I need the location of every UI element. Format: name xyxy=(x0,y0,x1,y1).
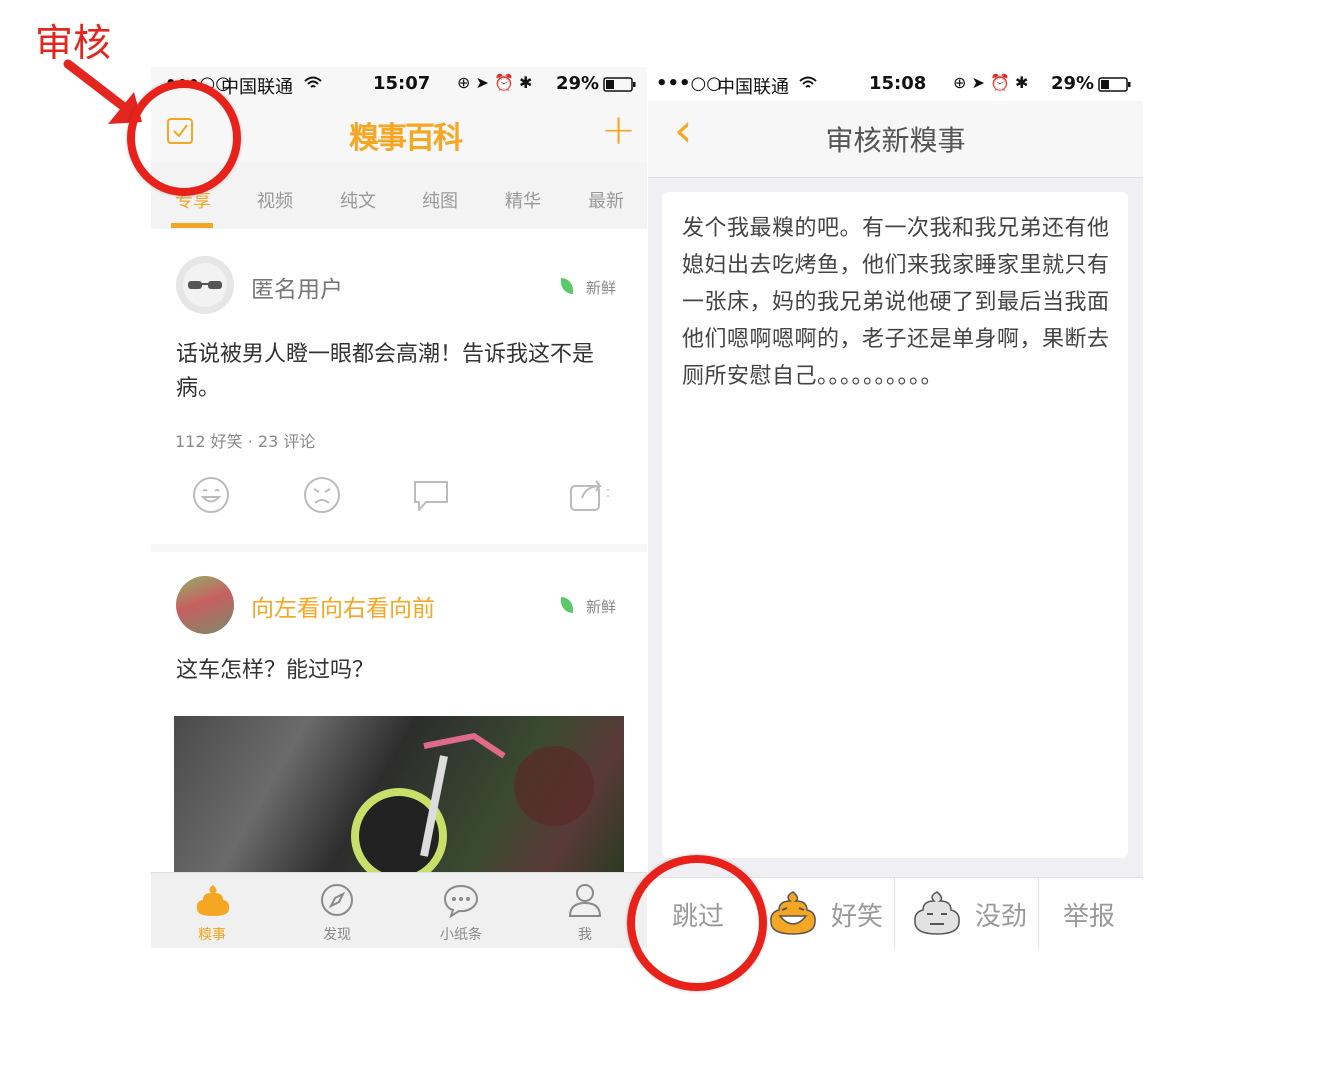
fresh-badge: 新鲜 xyxy=(586,279,617,297)
compass-icon xyxy=(321,884,353,916)
bottom-tab-me[interactable]: 我 xyxy=(530,873,640,948)
post-stats: 112 好笑 · 23 评论 xyxy=(175,432,316,451)
bottom-tab-messages[interactable]: 小纸条 xyxy=(406,873,516,948)
status-time: 15:07 xyxy=(373,73,431,94)
boring-button[interactable]: 没劲 xyxy=(895,878,1038,950)
fresh-leaf-icon xyxy=(561,278,573,294)
carrier: 中国联通 xyxy=(221,77,293,98)
active-tab-indicator xyxy=(171,223,213,228)
funny-poop-icon xyxy=(770,891,816,935)
bottom-tab-bar: 糗事 发现 小纸条 我 xyxy=(151,872,647,948)
boring-poop-icon xyxy=(914,891,960,935)
status-bar: •••○○ 中国联通 15:07 ⊕ ➤ ⏰ ✱ 29% xyxy=(151,67,647,101)
post-image[interactable] xyxy=(174,716,624,876)
tab-latest[interactable]: 最新 xyxy=(571,187,641,213)
tab-image[interactable]: 纯图 xyxy=(405,187,475,213)
review-panel: 发个我最糗的吧。有一次我和我兄弟还有他媳妇出去吃烤鱼，他们来我家睡家里就只有一张… xyxy=(648,178,1143,877)
comment-icon[interactable] xyxy=(412,478,450,514)
report-button[interactable]: 举报 xyxy=(1039,878,1143,950)
user-icon xyxy=(568,884,602,917)
status-time: 15:08 xyxy=(869,73,927,94)
status-bar: •••○○ 中国联通 15:08 ⊕ ➤ ⏰ ✱ 29% xyxy=(648,67,1143,101)
battery-percent: 29% xyxy=(556,73,600,94)
post-username[interactable]: 匿名用户 xyxy=(251,270,343,304)
post-username[interactable]: 向左看向右看向前 xyxy=(251,589,435,623)
user-avatar[interactable] xyxy=(176,576,234,634)
right-phone-screen: •••○○ 中国联通 15:08 ⊕ ➤ ⏰ ✱ 29% ‹ 审核新糗事 发个我… xyxy=(648,67,1143,950)
post-card: 向左看向右看向前 新鲜 这车怎样？能过吗？ xyxy=(151,552,647,876)
battery-percent: 29% xyxy=(1051,73,1095,94)
review-text: 发个我最糗的吧。有一次我和我兄弟还有他媳妇出去吃烤鱼，他们来我家睡家里就只有一张… xyxy=(682,216,1110,389)
app-logo: 糗事百科 xyxy=(349,121,463,156)
funny-vote-icon[interactable] xyxy=(192,476,230,514)
add-post-button[interactable]: + xyxy=(601,105,636,154)
status-icons: ⊕ ➤ ⏰ ✱ xyxy=(457,73,533,92)
battery-icon xyxy=(603,77,636,92)
bottom-tab-qiushi[interactable]: 糗事 xyxy=(157,873,267,948)
post-card: 匿名用户 新鲜 话说被男人瞪一眼都会高潮！告诉我这不是病。 112 好笑 · 2… xyxy=(151,229,647,544)
share-icon[interactable] xyxy=(568,476,610,514)
fresh-leaf-icon xyxy=(561,597,573,613)
chat-bubble-icon xyxy=(443,884,479,919)
page-title: 审核新糗事 xyxy=(825,124,966,157)
boring-vote-icon[interactable] xyxy=(303,476,341,514)
nav-bar: ‹ 审核新糗事 xyxy=(648,101,1143,178)
battery-icon xyxy=(1098,77,1131,92)
wifi-icon xyxy=(304,76,322,88)
anonymous-avatar[interactable] xyxy=(176,256,234,314)
annotation-circle-skip xyxy=(627,855,767,991)
review-card: 发个我最糗的吧。有一次我和我兄弟还有他媳妇出去吃烤鱼，他们来我家睡家里就只有一张… xyxy=(662,192,1128,858)
tab-video[interactable]: 视频 xyxy=(240,187,310,213)
wifi-icon xyxy=(799,76,817,88)
post-content[interactable]: 话说被男人瞪一眼都会高潮！告诉我这不是病。 xyxy=(176,338,626,406)
tab-text[interactable]: 纯文 xyxy=(323,187,393,213)
left-phone-screen: •••○○ 中国联通 15:07 ⊕ ➤ ⏰ ✱ 29% 糗事百科 + 专享 视… xyxy=(151,67,647,948)
funny-button[interactable]: 好笑 xyxy=(753,878,893,950)
signal-dots: •••○○ xyxy=(656,73,722,94)
status-icons: ⊕ ➤ ⏰ ✱ xyxy=(953,73,1029,92)
tab-best[interactable]: 精华 xyxy=(488,187,558,213)
fresh-badge: 新鲜 xyxy=(586,598,617,616)
poop-icon xyxy=(196,885,230,916)
carrier: 中国联通 xyxy=(717,77,789,98)
bottom-tab-discover[interactable]: 发现 xyxy=(282,873,392,948)
post-content[interactable]: 这车怎样？能过吗？ xyxy=(176,654,626,688)
annotation-circle-review xyxy=(127,80,241,196)
